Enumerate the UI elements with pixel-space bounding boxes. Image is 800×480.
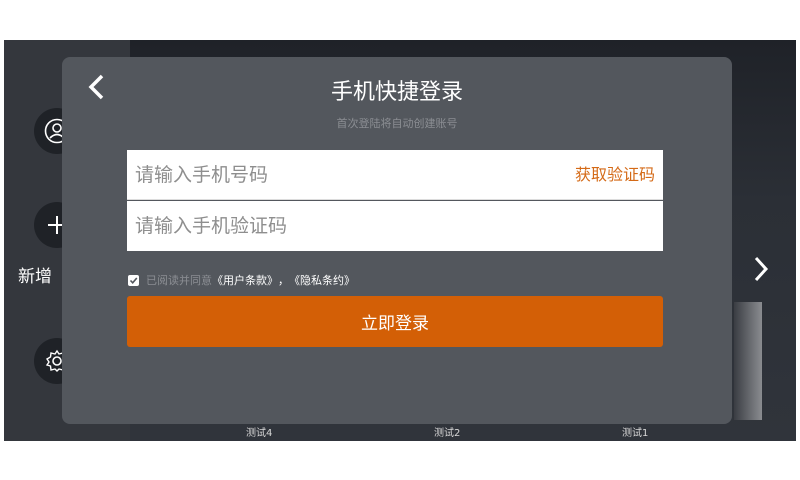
code-field xyxy=(127,201,663,251)
dialog-subtitle: 首次登陆将自动创建账号 xyxy=(336,117,458,130)
chevron-right-icon xyxy=(754,256,769,282)
agreement-row: 已阅读并同意 《用户条款》 ， 《隐私条约》 xyxy=(128,272,355,288)
agree-text: 已阅读并同意 xyxy=(146,274,212,287)
app-screen: 新增 测试4 测试2 测试1 手机快捷登录 首次登陆将自动创建账号 获取验证码 xyxy=(4,40,796,441)
agree-checkbox[interactable] xyxy=(128,274,139,286)
terms-link[interactable]: 《用户条款》 xyxy=(212,272,278,288)
add-label: 新增 xyxy=(18,267,52,287)
item-label: 测试4 xyxy=(246,428,273,439)
phone-field: 获取验证码 xyxy=(127,150,663,200)
dialog-title: 手机快捷登录 xyxy=(330,80,463,105)
get-code-button[interactable]: 获取验证码 xyxy=(575,150,655,200)
login-button[interactable]: 立即登录 xyxy=(127,296,663,347)
login-dialog: 手机快捷登录 首次登陆将自动创建账号 获取验证码 已阅读并同意 《用户条款》 ，… xyxy=(62,57,732,424)
link-separator: ， xyxy=(278,274,289,287)
verification-code-input[interactable] xyxy=(127,201,657,251)
check-icon xyxy=(129,276,138,284)
phone-input[interactable] xyxy=(127,150,547,200)
thumbnail-image[interactable] xyxy=(734,302,762,420)
item-label: 测试2 xyxy=(434,428,461,439)
item-label: 测试1 xyxy=(622,428,649,439)
next-button[interactable] xyxy=(748,252,774,286)
privacy-link[interactable]: 《隐私条约》 xyxy=(289,272,355,288)
